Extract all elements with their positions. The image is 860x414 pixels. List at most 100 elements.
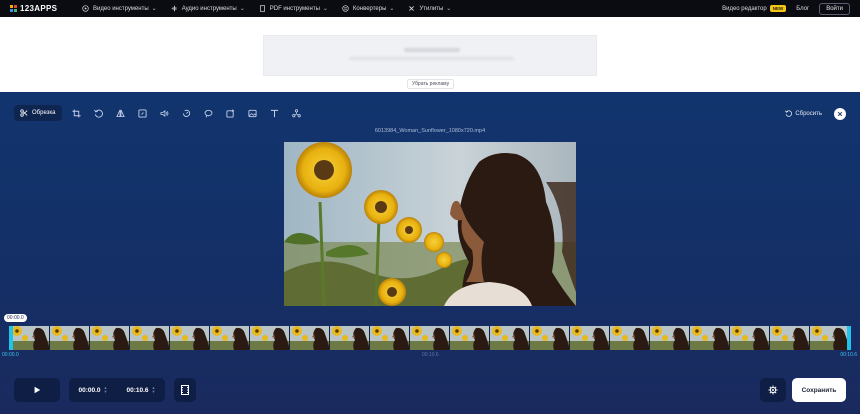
photo-tool-button[interactable] (242, 104, 264, 122)
flip-tool-button[interactable] (110, 104, 132, 122)
trim-tool-button[interactable]: Обрезка (14, 105, 62, 121)
chevron-down-icon: ⌄ (322, 6, 328, 12)
timeline-thumbnail (650, 326, 690, 350)
video-frame-image (284, 142, 576, 306)
trim-time-inputs: 00:00.0 ▲ ▼ 00:10.6 ▲ ▼ (69, 378, 165, 402)
remove-ads-button[interactable]: Убрать рекламу (407, 79, 455, 89)
resize-icon (138, 108, 147, 118)
play-icon (34, 386, 41, 394)
reset-button[interactable]: Сбросить (785, 110, 822, 117)
volume-tool-button[interactable] (154, 104, 176, 122)
end-time-value: 00:10.6 (126, 386, 149, 394)
ad-blurred-title (404, 48, 460, 52)
end-time-field[interactable]: 00:10.6 ▲ ▼ (126, 386, 155, 394)
loop-tool-button[interactable] (198, 104, 220, 122)
play-button[interactable] (14, 378, 60, 402)
video-icon (82, 5, 89, 12)
timeline-thumbnail (10, 326, 50, 350)
logo-mark (10, 5, 17, 12)
speed-tool-button[interactable] (176, 104, 198, 122)
timeline-thumbnail (330, 326, 370, 350)
logo-text: 123APPS (20, 4, 58, 13)
rotate-tool-button[interactable] (88, 104, 110, 122)
start-time-field[interactable]: 00:00.0 ▲ ▼ (78, 386, 107, 394)
convert-icon (342, 5, 349, 12)
timeline-duration-label: 00:10.6 (422, 352, 439, 358)
video-editor-link[interactable]: Видео редактор NEW (722, 5, 787, 12)
timeline-thumbnail (250, 326, 290, 350)
timeline-thumbnail (210, 326, 250, 350)
trim-end-handle[interactable] (847, 326, 851, 350)
new-badge: NEW (769, 5, 787, 12)
undo-icon (785, 110, 793, 117)
timeline-thumbnail (570, 326, 610, 350)
timeline-thumbnail (170, 326, 210, 350)
scissors-icon (20, 109, 28, 117)
nav-label: Конвертеры (352, 5, 387, 12)
resize-tool-button[interactable] (132, 104, 154, 122)
flip-icon (116, 109, 125, 117)
ad-area: Убрать рекламу (0, 17, 860, 92)
chevron-down-icon: ⌄ (446, 6, 452, 12)
crop-tool-button[interactable] (66, 104, 88, 122)
close-editor-button[interactable] (834, 108, 846, 120)
timeline-thumbnail (810, 326, 850, 350)
video-editor-label: Видео редактор (722, 5, 767, 12)
start-time-stepper[interactable]: ▲ ▼ (104, 386, 108, 394)
reset-label: Сбросить (795, 110, 822, 117)
rotate-icon (94, 109, 103, 118)
top-navbar: 123APPS Видео инструменты ⌄ Аудио инструм… (0, 0, 860, 17)
nav-item-audio-tools[interactable]: Аудио инструменты ⌄ (171, 5, 245, 12)
timeline-thumbnail (50, 326, 90, 350)
audio-wave-icon (171, 5, 177, 12)
login-button[interactable]: Войти (819, 2, 850, 15)
video-preview[interactable] (284, 142, 576, 306)
timeline-strip[interactable] (10, 326, 850, 350)
timeline-thumbnail (450, 326, 490, 350)
video-editor: Обрезка Сбросить 6013984_Woman_Sunflower… (0, 92, 860, 414)
blog-link[interactable]: Блог (796, 6, 809, 12)
chevron-down-icon: ⌄ (239, 6, 245, 12)
text-tool-button[interactable] (264, 104, 286, 122)
timeline-thumbnail (770, 326, 810, 350)
nav-item-utilities[interactable]: Утилиты ⌄ (408, 5, 451, 12)
text-icon (270, 109, 279, 117)
ad-banner[interactable] (263, 35, 597, 76)
pdf-icon (259, 5, 265, 12)
crop-icon (72, 108, 81, 118)
stabilize-icon (292, 108, 301, 117)
frames-view-button[interactable] (174, 378, 196, 402)
timeline-thumbnail (370, 326, 410, 350)
trim-start-handle[interactable] (9, 326, 13, 350)
timeline-thumbnail (690, 326, 730, 350)
nav-item-pdf-tools[interactable]: PDF инструменты ⌄ (259, 5, 328, 12)
timeline-thumbnail (730, 326, 770, 350)
timeline-thumbnail (130, 326, 170, 350)
timeline-start-label: 00:00.0 (2, 352, 19, 358)
video-filename: 6013984_Woman_Sunflower_1080x720.mp4 (374, 128, 486, 134)
timeline-thumbnail (90, 326, 130, 350)
main-nav: Видео инструменты ⌄ Аудио инструменты ⌄ PD… (82, 5, 465, 12)
speed-icon (182, 109, 191, 117)
film-strip-icon (181, 385, 189, 395)
brand-logo[interactable]: 123APPS (10, 4, 70, 13)
tools-icon (409, 6, 415, 11)
nav-label: Аудио инструменты (181, 5, 237, 12)
nav-label: Утилиты (419, 5, 444, 12)
timeline-thumbnail (410, 326, 450, 350)
nav-item-converters[interactable]: Конвертеры ⌄ (342, 5, 395, 12)
timeline-thumbnail (610, 326, 650, 350)
timeline-thumbnail (490, 326, 530, 350)
stabilize-tool-button[interactable] (286, 104, 308, 122)
add-image-tool-button[interactable] (220, 104, 242, 122)
ad-blurred-text (349, 57, 514, 60)
start-time-value: 00:00.0 (78, 386, 101, 394)
settings-button[interactable] (760, 378, 786, 402)
gear-icon (768, 385, 778, 395)
chevron-down-icon: ⌄ (389, 6, 395, 12)
editor-toolbar: Обрезка (14, 104, 308, 122)
nav-label: Видео инструменты (93, 5, 149, 12)
nav-item-video-tools[interactable]: Видео инструменты ⌄ (82, 5, 157, 12)
save-button[interactable]: Сохранить (792, 378, 846, 402)
end-time-stepper[interactable]: ▲ ▼ (152, 386, 156, 394)
